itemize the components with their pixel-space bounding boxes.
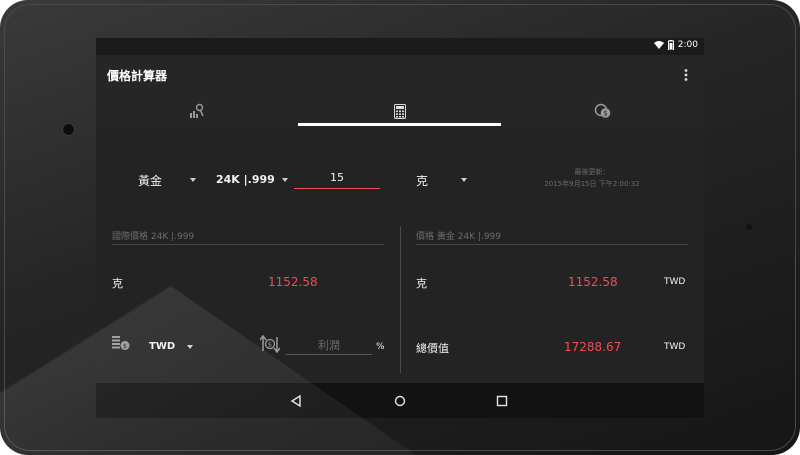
panel-divider bbox=[400, 226, 401, 373]
total-value-price: 17288.67 bbox=[564, 340, 622, 354]
clock: 2:00 bbox=[677, 40, 698, 50]
metal-select-value: 黃金 bbox=[138, 174, 163, 188]
app-title: 價格計算器 bbox=[107, 69, 168, 83]
currency-select-value: TWD bbox=[149, 341, 176, 352]
front-camera bbox=[62, 123, 75, 136]
overflow-menu-icon[interactable] bbox=[680, 67, 692, 83]
total-value-label: 總價值 bbox=[416, 342, 449, 355]
tab-currency[interactable]: $ bbox=[501, 95, 704, 127]
currency-exchange-icon: $ bbox=[594, 103, 610, 118]
calculator-icon bbox=[393, 103, 406, 119]
wifi-icon bbox=[653, 41, 664, 49]
screen: 2:00 價格計算器 $ 黃金 24K |.999 15 克 最後更新： 201… bbox=[96, 38, 704, 418]
calculated-unit-price: 1152.58 bbox=[568, 275, 618, 289]
profit-input-placeholder: 利潤 bbox=[318, 339, 340, 352]
tablet-frame: 2:00 價格計算器 $ 黃金 24K |.999 15 克 最後更新： 201… bbox=[0, 0, 800, 455]
tab-international-price[interactable] bbox=[96, 95, 298, 127]
home-icon[interactable] bbox=[390, 391, 410, 411]
last-update-time: 2015年9月15日 下午2:00:32 bbox=[544, 180, 640, 188]
light-sensor bbox=[746, 224, 752, 230]
right-header-underline bbox=[416, 244, 688, 245]
system-nav-bar bbox=[96, 383, 704, 418]
unit-select-value: 克 bbox=[416, 174, 429, 188]
svg-text:$: $ bbox=[268, 341, 272, 349]
left-unit-label: 克 bbox=[112, 277, 123, 290]
recents-icon[interactable] bbox=[492, 391, 512, 411]
app-bar: 價格計算器 bbox=[96, 55, 704, 95]
profit-icon: $ bbox=[260, 335, 280, 353]
calculated-price-header: 價格 黃金 24K |.999 bbox=[416, 232, 502, 242]
svg-text:$: $ bbox=[603, 110, 607, 118]
svg-text:$: $ bbox=[123, 342, 127, 350]
metal-dropdown-arrow-icon bbox=[190, 178, 196, 182]
status-bar: 2:00 bbox=[96, 38, 704, 55]
tab-bar: $ bbox=[96, 95, 704, 127]
international-price-header: 國際價格 24K |.999 bbox=[112, 232, 195, 242]
unit-dropdown-arrow-icon bbox=[461, 178, 467, 182]
right-unit-label: 克 bbox=[416, 277, 427, 290]
back-icon[interactable] bbox=[286, 391, 306, 411]
quantity-input-underline bbox=[294, 188, 380, 189]
profit-input-underline bbox=[286, 354, 372, 355]
left-header-underline bbox=[112, 244, 384, 245]
purity-select-value: 24K |.999 bbox=[216, 173, 275, 186]
last-update-label: 最後更新： bbox=[574, 168, 610, 176]
chart-search-icon bbox=[190, 103, 204, 118]
percent-sign: % bbox=[376, 342, 385, 352]
battery-icon bbox=[667, 40, 674, 50]
currency-dropdown-arrow-icon bbox=[187, 345, 193, 349]
international-unit-price: 1152.58 bbox=[268, 275, 318, 289]
calculator-panel: 黃金 24K |.999 15 克 最後更新： 2015年9月15日 下午2:0… bbox=[96, 127, 704, 383]
selected-tab-indicator bbox=[298, 123, 501, 126]
quantity-input-value: 15 bbox=[330, 171, 344, 184]
unit-price-currency: TWD bbox=[664, 277, 686, 287]
coins-stack-icon: $ bbox=[112, 336, 130, 350]
total-value-currency: TWD bbox=[664, 342, 686, 352]
purity-dropdown-arrow-icon bbox=[282, 178, 288, 182]
